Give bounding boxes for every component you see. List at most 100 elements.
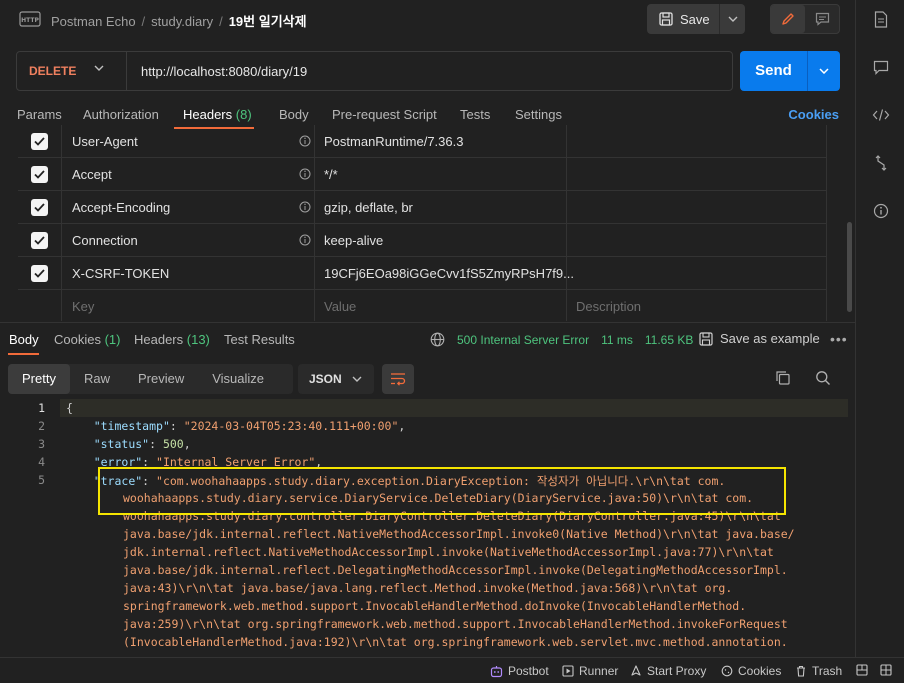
search-icon[interactable] — [815, 370, 831, 386]
tab-headers[interactable]: Headers (8) — [183, 107, 252, 122]
cookies-button[interactable]: Cookies — [721, 664, 781, 678]
request-title[interactable]: 19번 일기삭제 — [229, 14, 307, 29]
tab-response-body[interactable]: Body — [9, 332, 39, 347]
info-icon[interactable] — [299, 234, 311, 246]
status-bar: Postbot Runner Start Proxy Cookies Trash — [0, 657, 904, 683]
comments-button[interactable] — [805, 5, 839, 33]
view-raw[interactable]: Raw — [70, 364, 124, 394]
breadcrumb-collection[interactable]: study.diary — [151, 14, 213, 29]
help-button[interactable] — [880, 664, 897, 676]
json-string: "com.woohahaapps.study.diary.exception.D… — [156, 474, 726, 488]
trace-line: java.base/jdk.internal.reflect.NativeMet… — [123, 527, 795, 541]
tab-response-cookies[interactable]: Cookies (1) — [54, 332, 120, 347]
header-value[interactable]: keep-alive — [324, 233, 383, 248]
header-enabled-checkbox[interactable] — [31, 133, 48, 150]
send-button[interactable]: Send — [740, 51, 808, 91]
status-code[interactable]: 500 Internal Server Error — [457, 333, 589, 347]
info-icon[interactable] — [299, 135, 311, 147]
header-enabled-checkbox[interactable] — [31, 199, 48, 216]
related-collections-icon[interactable] — [872, 154, 890, 172]
tab-authorization[interactable]: Authorization — [83, 107, 159, 122]
header-value[interactable]: */* — [324, 167, 338, 182]
tab-pre-request-script[interactable]: Pre-request Script — [332, 107, 437, 122]
tab-cookies-count: (1) — [104, 332, 121, 347]
tab-response-headers[interactable]: Headers (13) — [134, 332, 210, 347]
header-value[interactable]: gzip, deflate, br — [324, 200, 413, 215]
method-select[interactable]: DELETE — [17, 52, 127, 90]
response-time[interactable]: 11 ms — [601, 333, 633, 347]
header-key[interactable]: User-Agent — [72, 134, 138, 149]
http-request-icon: HTTP — [19, 10, 41, 28]
format-select[interactable]: JSON — [298, 364, 374, 394]
view-mode-tabs: Pretty Raw Preview Visualize — [8, 364, 293, 394]
postbot-icon — [490, 665, 503, 677]
header-key[interactable]: Connection — [72, 233, 138, 248]
postbot-button[interactable]: Postbot — [490, 664, 549, 678]
runner-button[interactable]: Runner — [562, 664, 618, 678]
response-header: Body Cookies (1) Headers (13) Test Resul… — [0, 322, 855, 356]
layout-toggle-button[interactable] — [856, 664, 873, 676]
info-icon[interactable] — [299, 168, 311, 180]
tab-params[interactable]: Params — [17, 107, 62, 122]
code-line: { — [66, 401, 73, 415]
save-dropdown-button[interactable] — [720, 16, 745, 22]
method-label: DELETE — [29, 64, 77, 78]
cookies-link[interactable]: Cookies — [788, 107, 839, 122]
header-row-empty: Key Value Description — [18, 290, 827, 321]
save-button[interactable]: Save — [647, 4, 720, 34]
header-key[interactable]: Accept-Encoding — [72, 200, 170, 215]
info-icon[interactable] — [872, 202, 890, 220]
send-dropdown-button[interactable] — [808, 68, 840, 74]
proxy-icon — [631, 665, 641, 676]
json-key: "error" — [93, 455, 143, 469]
save-button-group: Save — [647, 4, 745, 34]
trash-icon — [797, 665, 805, 677]
checkmark-icon — [34, 236, 45, 245]
wrap-icon — [391, 373, 406, 386]
header-row: X-CSRF-TOKEN 19CFj6EOa98iGGeCvv1fS5ZmyRP… — [18, 257, 827, 290]
wrap-lines-button[interactable] — [382, 364, 414, 394]
response-size[interactable]: 11.65 KB — [645, 333, 693, 347]
header-key[interactable]: X-CSRF-TOKEN — [72, 266, 169, 281]
tab-settings[interactable]: Settings — [515, 107, 562, 122]
view-mode-group — [770, 4, 840, 34]
header-enabled-checkbox[interactable] — [31, 232, 48, 249]
tab-tests[interactable]: Tests — [460, 107, 490, 122]
code-line: "status": 500, — [93, 437, 191, 451]
header-enabled-checkbox[interactable] — [31, 166, 48, 183]
edit-button[interactable] — [771, 5, 805, 33]
save-label: Save — [680, 11, 710, 27]
info-icon[interactable] — [299, 201, 311, 213]
response-body-editor[interactable]: 1 2 3 4 5 { "timestamp": "2024-03-04T05:… — [0, 399, 855, 651]
header-value[interactable]: 19CFj6EOa98iGGeCvv1fS5ZmyRPsH7f9... — [324, 266, 574, 281]
more-options-icon[interactable]: ••• — [830, 331, 848, 347]
checkmark-icon — [34, 203, 45, 212]
tab-body[interactable]: Body — [279, 107, 309, 122]
header-value[interactable]: PostmanRuntime/7.36.3 — [324, 134, 463, 149]
tab-test-results[interactable]: Test Results — [224, 332, 295, 347]
globe-icon[interactable] — [430, 332, 445, 347]
comment-icon[interactable] — [872, 58, 890, 76]
view-preview[interactable]: Preview — [124, 364, 198, 394]
save-as-example-button[interactable]: Save as example — [699, 331, 820, 346]
view-pretty[interactable]: Pretty — [8, 364, 70, 394]
documentation-icon[interactable] — [872, 10, 890, 28]
code-icon[interactable] — [872, 106, 890, 124]
tab-headers-label: Headers — [134, 332, 184, 347]
header-key-placeholder[interactable]: Key — [72, 299, 94, 314]
header-key[interactable]: Accept — [72, 167, 112, 182]
view-visualize[interactable]: Visualize — [198, 364, 278, 394]
current-line-highlight — [60, 399, 848, 417]
headers-scrollbar[interactable] — [847, 222, 852, 312]
start-proxy-button[interactable]: Start Proxy — [630, 664, 706, 678]
copy-icon[interactable] — [775, 370, 791, 386]
trace-line: jdk.internal.reflect.NativeMethodAccesso… — [123, 545, 774, 559]
url-input[interactable] — [127, 52, 732, 90]
header-enabled-checkbox[interactable] — [31, 265, 48, 282]
header-description-placeholder[interactable]: Description — [576, 299, 641, 314]
trash-button[interactable]: Trash — [795, 664, 842, 678]
active-tab-indicator — [8, 353, 39, 355]
postbot-label: Postbot — [508, 664, 549, 678]
header-value-placeholder[interactable]: Value — [324, 299, 356, 314]
breadcrumb-workspace[interactable]: Postman Echo — [51, 14, 136, 29]
